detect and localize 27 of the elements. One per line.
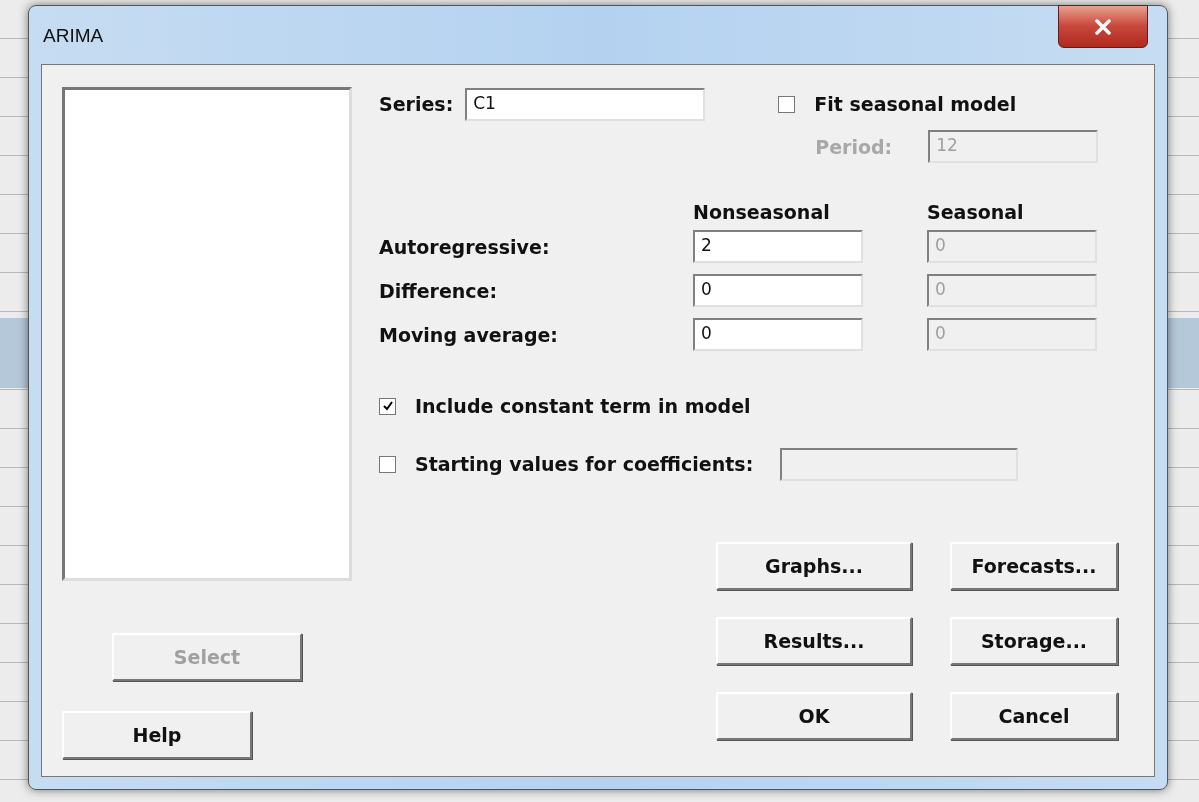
close-button[interactable] [1058,5,1148,48]
series-field[interactable]: C1 [465,87,706,121]
checkbox[interactable] [379,397,396,415]
dialog-button[interactable]: Graphs... [716,542,912,590]
dialog-button[interactable]: Storage... [950,617,1118,665]
checkbox[interactable] [379,455,396,473]
column-header: Seasonal [927,201,1025,223]
close-icon [1094,18,1112,35]
option-label: Include constant term in model [415,395,751,417]
window-title: ARIMA [43,25,104,47]
help-button[interactable]: Help [62,711,252,759]
input-field[interactable]: 0 [693,318,863,351]
dialog-button[interactable]: Results... [716,617,912,665]
dialog-button[interactable]: OK [716,692,912,740]
checkbox[interactable] [778,95,796,113]
input-field[interactable]: 0 [693,274,863,307]
input-field[interactable]: 2 [693,230,863,263]
column-header: Nonseasonal [693,201,831,223]
dialog-button[interactable]: Cancel [950,692,1118,740]
period-label: Period: [815,135,893,158]
dialog-button[interactable]: Forecasts... [950,542,1118,590]
order-label: Difference: [379,279,499,302]
fit-seasonal-label: Fit seasonal model [814,93,1017,115]
order-label: Moving average: [379,323,559,346]
order-label: Autoregressive: [379,235,551,258]
option-label: Starting values for coefficients: [415,453,754,475]
series-label: Series: [379,93,454,115]
